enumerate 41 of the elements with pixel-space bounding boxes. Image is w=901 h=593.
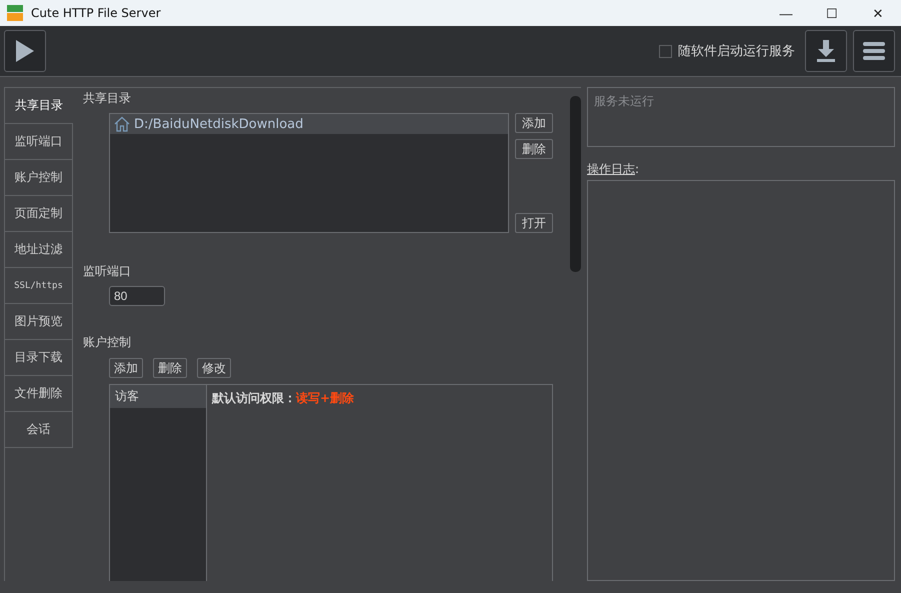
permission-label: 默认访问权限： xyxy=(212,391,296,405)
download-button[interactable] xyxy=(805,30,847,72)
log-title: 操作日志 xyxy=(587,162,635,176)
section-title: 监听端口 xyxy=(83,263,132,280)
edit-button[interactable]: 修改 xyxy=(197,358,231,378)
add-button[interactable]: 添加 xyxy=(109,358,143,378)
sidebar-tab[interactable]: 文件删除 xyxy=(5,376,73,412)
sidebar-tab[interactable]: 监听端口 xyxy=(5,124,73,160)
sidebar-tab[interactable]: 图片预览 xyxy=(5,304,73,340)
folder-item[interactable]: D:/BaiduNetdiskDownload xyxy=(110,114,508,134)
sidebar-tab[interactable]: 账户控制 xyxy=(5,160,73,196)
status-text: 服务未运行 xyxy=(594,94,654,108)
delete-button[interactable]: 删除 xyxy=(515,139,553,159)
autostart-checkbox[interactable] xyxy=(659,44,672,58)
start-button[interactable] xyxy=(4,30,46,72)
app-logo-icon xyxy=(7,5,23,21)
menu-button[interactable] xyxy=(853,30,895,72)
play-icon xyxy=(15,39,35,63)
maximize-button[interactable]: ☐ xyxy=(809,0,855,26)
sidebar-tab[interactable]: SSL/https xyxy=(5,268,73,304)
minimize-button[interactable]: — xyxy=(763,0,809,26)
sidebar-tab[interactable]: 地址过滤 xyxy=(5,232,73,268)
scrollbar-thumb[interactable] xyxy=(570,96,581,272)
sidebar-tab[interactable]: 页面定制 xyxy=(5,196,73,232)
delete-button[interactable]: 删除 xyxy=(153,358,187,378)
home-icon xyxy=(114,116,130,132)
open-button[interactable]: 打开 xyxy=(515,213,553,233)
section-title: 账户控制 xyxy=(83,334,132,351)
menu-icon xyxy=(863,42,885,60)
close-button[interactable]: ✕ xyxy=(855,0,901,26)
download-icon xyxy=(816,40,836,62)
add-button[interactable]: 添加 xyxy=(515,113,553,133)
section-title: 共享目录 xyxy=(83,90,132,107)
sidebar-tab[interactable]: 会话 xyxy=(5,412,73,448)
permission-value: 读写+删除 xyxy=(296,391,354,405)
autostart-label: 随软件启动运行服务 xyxy=(678,43,795,60)
colon-text: : xyxy=(635,162,640,176)
window-title: Cute HTTP File Server xyxy=(31,6,161,20)
port-field[interactable]: 80 xyxy=(109,286,165,306)
sidebar-tab[interactable]: 目录下载 xyxy=(5,340,73,376)
user-item[interactable]: 访客 xyxy=(110,385,206,408)
